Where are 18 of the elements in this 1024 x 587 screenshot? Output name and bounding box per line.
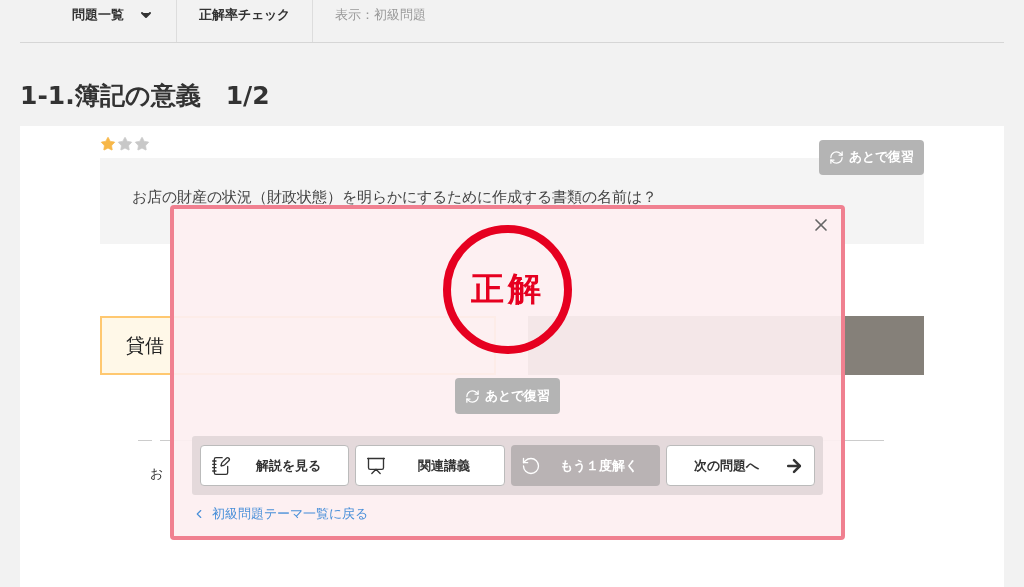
notebook-pen-icon [211, 455, 231, 476]
nav-link[interactable]: 正解率チェック [177, 0, 313, 42]
action-button[interactable]: 関連講義 [355, 445, 505, 486]
refresh-icon [465, 388, 480, 404]
star-icon [117, 136, 133, 152]
star-icon [134, 136, 150, 152]
refresh-icon [829, 150, 844, 165]
page-title: 1-1.簿記の意義 1/2 [20, 80, 271, 112]
action-button[interactable]: 解説を見る [200, 445, 350, 486]
correct-stamp: 正解 [443, 225, 572, 354]
nav-link[interactable]: 問題一覧 [50, 0, 177, 42]
star-icon [100, 136, 116, 152]
presentation-icon [366, 455, 387, 476]
action-button[interactable]: 次の問題へ [665, 445, 815, 486]
explanation-text: お [150, 465, 163, 483]
rotate-icon [520, 455, 541, 476]
question-text: お店の財産の状況（財政状態）を明らかにするために作成する書類の名前は？ [132, 188, 658, 207]
display-label: 表示：初級問題 [334, 6, 427, 24]
